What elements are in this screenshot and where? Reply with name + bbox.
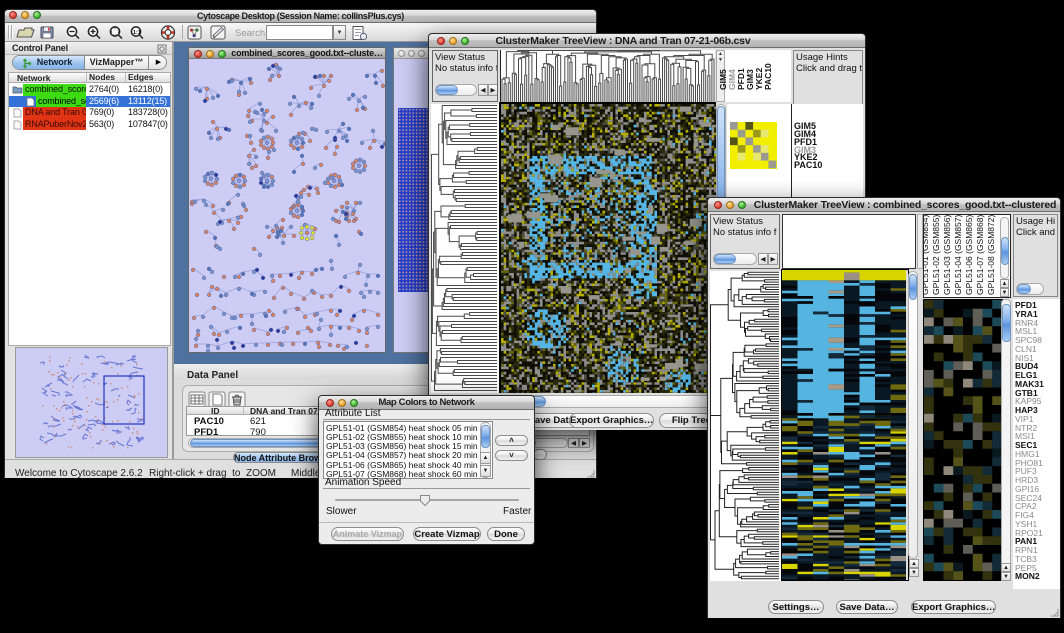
svg-text:1:1: 1:1 (133, 30, 141, 36)
